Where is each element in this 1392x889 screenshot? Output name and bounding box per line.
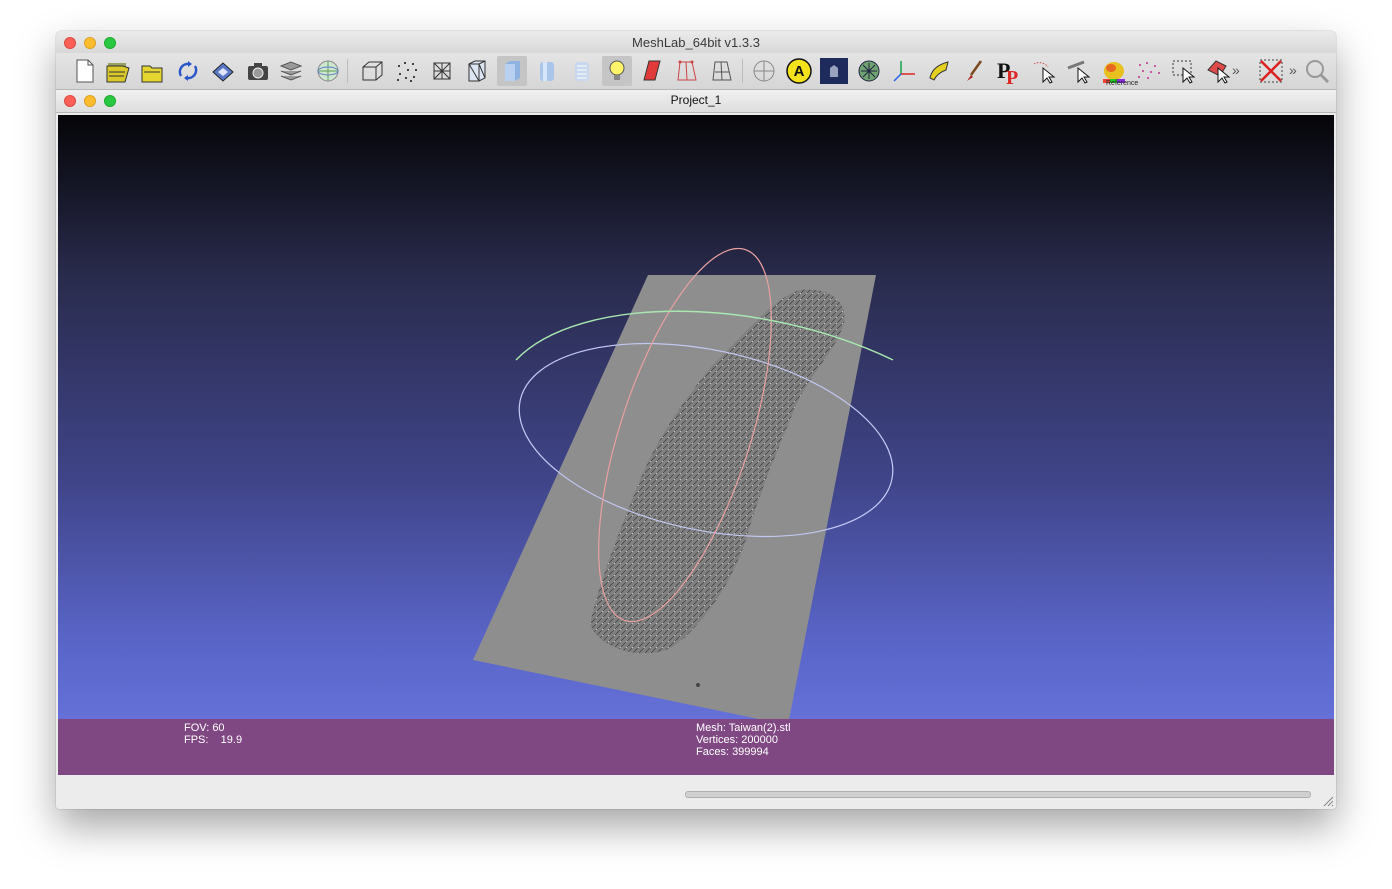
title-bar[interactable]: MeshLab_64bit v1.3.3 (56, 31, 1336, 53)
main-toolbar: A PP Reference » » (56, 53, 1336, 90)
select-vertices-icon[interactable] (1029, 56, 1059, 86)
double-side-lighting-icon[interactable] (637, 56, 667, 86)
fps-readout: FPS: 19.9 (184, 734, 243, 746)
toolbar-overflow-button-2[interactable]: » (1289, 62, 1297, 78)
3d-viewport[interactable]: FOV: 60 FPS: 19.9 Mesh: Taiwan(2).stl Ve… (58, 115, 1334, 775)
texture-icon[interactable] (567, 56, 597, 86)
measure-icon[interactable] (1064, 56, 1094, 86)
save-icon[interactable] (208, 56, 238, 86)
window-title: MeshLab_64bit v1.3.3 (632, 35, 760, 50)
paint-icon[interactable] (959, 56, 989, 86)
info-band: FOV: 60 FPS: 19.9 Mesh: Taiwan(2).stl Ve… (58, 719, 1334, 775)
open-project-icon[interactable] (103, 56, 133, 86)
reference-label: Reference (1106, 80, 1139, 87)
faces-readout: Faces: 399994 (696, 746, 769, 758)
search-icon[interactable] (1302, 56, 1332, 86)
toolbar-overflow-button[interactable]: » (1232, 62, 1240, 78)
annotation-icon[interactable]: A (784, 56, 814, 86)
axes-icon[interactable] (889, 56, 919, 86)
horizontal-scrollbar[interactable] (685, 791, 1311, 798)
status-bar (56, 777, 1336, 809)
snapshot-icon[interactable] (243, 56, 273, 86)
hidden-lines-icon[interactable] (462, 56, 492, 86)
project-title: Project_1 (670, 93, 722, 107)
mesh-scene (473, 247, 894, 725)
decorate-background-icon[interactable] (819, 56, 849, 86)
points-icon[interactable] (392, 56, 422, 86)
vertices-readout: Vertices: 200000 (696, 734, 778, 746)
resize-grip-icon[interactable] (1322, 795, 1334, 807)
light-icon[interactable] (602, 56, 632, 86)
fov-readout: FOV: 60 (184, 722, 225, 734)
normals-icon[interactable] (854, 56, 884, 86)
import-mesh-icon[interactable] (138, 56, 168, 86)
svg-text:A: A (794, 63, 805, 80)
flat-shading-icon[interactable] (497, 56, 527, 86)
select-faces-icon[interactable] (1169, 56, 1199, 86)
new-project-icon[interactable] (69, 56, 99, 86)
smooth-shading-icon[interactable] (532, 56, 562, 86)
raster-icon[interactable] (313, 56, 343, 86)
bounding-box-icon[interactable] (357, 56, 387, 86)
meshlab-window: MeshLab_64bit v1.3.3 A P P Reference » »… (56, 31, 1336, 809)
fancy-lighting-icon[interactable] (672, 56, 702, 86)
wireframe-icon[interactable] (427, 56, 457, 86)
reference-icon[interactable] (1134, 56, 1164, 86)
mesh-name-readout: Mesh: Taiwan(2).stl (696, 722, 791, 734)
select-connected-icon[interactable] (1204, 56, 1234, 86)
reload-icon[interactable] (173, 56, 203, 86)
align-icon[interactable] (924, 56, 954, 86)
trackball-icon[interactable] (749, 56, 779, 86)
project-title-bar[interactable]: Project_1 (56, 90, 1336, 113)
layers-icon[interactable] (276, 56, 306, 86)
svg-text:P: P (1006, 67, 1018, 86)
pick-points-icon[interactable]: PP (994, 56, 1024, 86)
delete-icon[interactable] (1256, 56, 1286, 86)
fancy-lighting-2-icon[interactable] (707, 56, 737, 86)
